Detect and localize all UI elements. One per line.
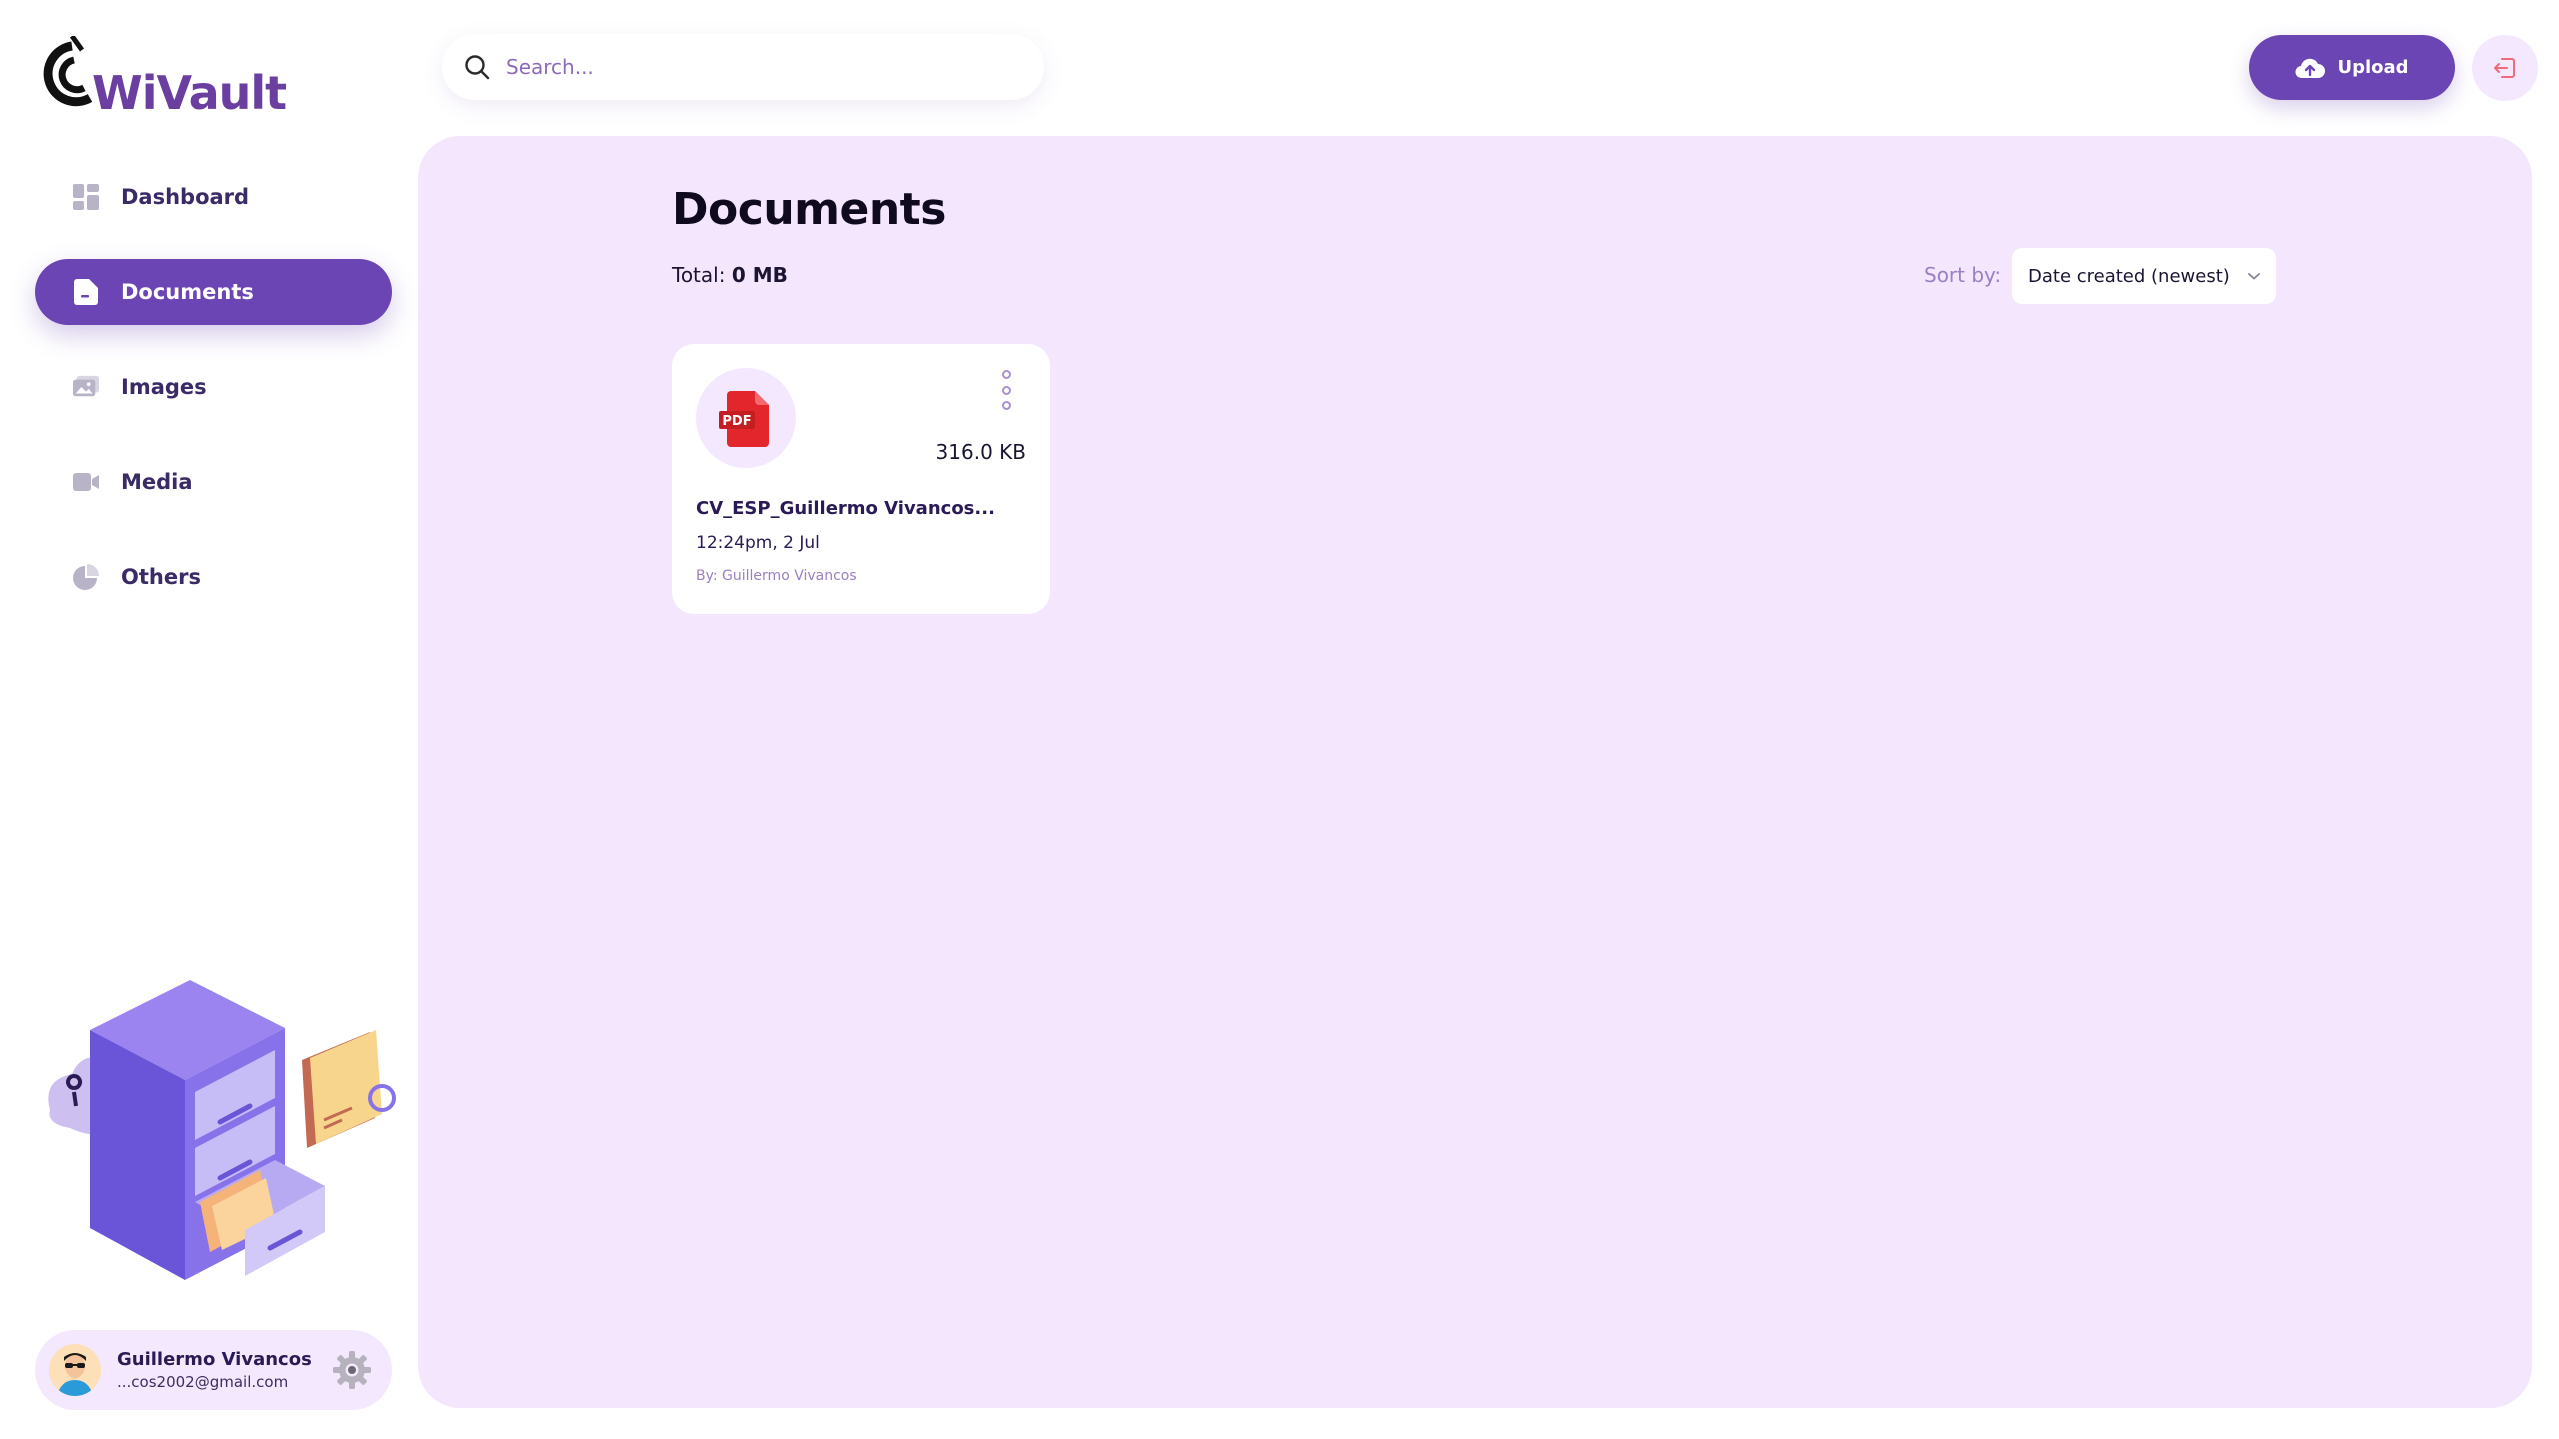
main-content: Documents Total: 0 MB Sort by: Date crea… (418, 136, 2532, 1408)
search-bar[interactable] (442, 34, 1044, 100)
user-info: Guillermo Vivancos ...cos2002@gmail.com (117, 1349, 330, 1391)
pie-chart-icon (73, 564, 99, 590)
total-label: Total: (672, 263, 726, 287)
image-icon (73, 374, 99, 400)
page-title: Documents (672, 184, 946, 235)
sort-label: Sort by: (1924, 263, 2002, 287)
document-icon (73, 279, 99, 305)
file-thumbnail: PDF (696, 368, 796, 468)
pdf-file-icon: PDF (719, 391, 769, 447)
file-type-badge: PDF (722, 414, 751, 429)
sidebar-item-label: Images (121, 375, 207, 399)
more-options-icon[interactable] (998, 370, 1014, 410)
sidebar-item-dashboard[interactable]: Dashboard (35, 164, 392, 230)
search-icon (465, 55, 490, 80)
total-size: Total: 0 MB (672, 263, 788, 287)
sidebar-item-documents[interactable]: Documents (35, 259, 392, 325)
sidebar-nav: Dashboard Documents Images Media Others (35, 164, 392, 639)
video-icon (73, 469, 99, 495)
logo-text: WiVault (92, 66, 287, 120)
file-owner: By: Guillermo Vivancos (696, 568, 857, 584)
chevron-down-icon (2248, 273, 2260, 280)
sidebar-item-label: Dashboard (121, 185, 250, 209)
sidebar-item-label: Others (121, 565, 201, 589)
total-value: 0 MB (731, 263, 788, 287)
sidebar-item-label: Documents (121, 280, 254, 304)
avatar (49, 1344, 101, 1396)
file-cabinet-illustration (48, 980, 396, 1280)
gear-icon[interactable] (330, 1348, 374, 1392)
sidebar: WiVault Dashboard Documents Images Media… (0, 0, 418, 1439)
logout-icon (2494, 58, 2515, 78)
dashboard-icon (73, 184, 99, 210)
file-name[interactable]: CV_ESP_Guillermo Vivancos... (696, 498, 1026, 519)
search-input[interactable] (506, 55, 1026, 79)
upload-button[interactable]: Upload (2249, 35, 2455, 100)
cloud-upload-icon (2295, 58, 2326, 78)
sort-value: Date created (newest) (2028, 265, 2230, 287)
file-card[interactable]: PDF 316.0 KB CV_ESP_Guillermo Vivancos..… (672, 344, 1050, 614)
sidebar-item-images[interactable]: Images (35, 354, 392, 420)
sidebar-item-media[interactable]: Media (35, 449, 392, 515)
file-date: 12:24pm, 2 Jul (696, 533, 820, 553)
sort-select[interactable]: Date created (newest) (2012, 248, 2276, 304)
user-email: ...cos2002@gmail.com (117, 1373, 289, 1391)
user-name: Guillermo Vivancos (117, 1349, 312, 1370)
file-size: 316.0 KB (935, 440, 1026, 464)
sidebar-item-label: Media (121, 470, 193, 494)
upload-label: Upload (2337, 57, 2409, 78)
logout-button[interactable] (2472, 35, 2538, 101)
user-profile-card[interactable]: Guillermo Vivancos ...cos2002@gmail.com (35, 1330, 392, 1410)
app-logo[interactable]: WiVault (38, 36, 287, 120)
sidebar-item-others[interactable]: Others (35, 544, 392, 610)
